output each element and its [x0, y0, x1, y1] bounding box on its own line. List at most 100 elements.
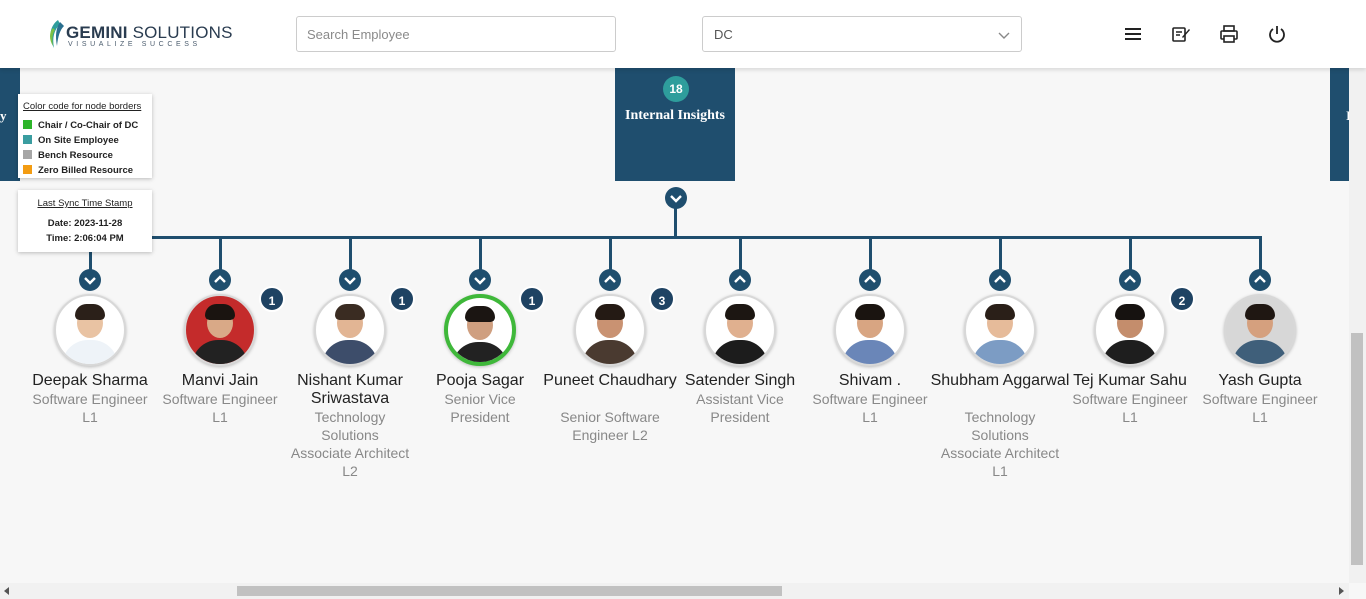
connector-child: [479, 237, 482, 271]
employee-role: L2: [342, 463, 358, 479]
department-title: Internal Insights: [625, 108, 725, 123]
menu-icon[interactable]: [1122, 23, 1144, 45]
department-select[interactable]: DC: [702, 16, 1022, 52]
chevron-up-icon: [214, 275, 226, 283]
direct-reports-badge: 1: [389, 286, 415, 312]
connector-horizontal: [89, 236, 1262, 239]
employee-role: L1: [82, 409, 98, 425]
employee-role: L1: [862, 409, 878, 425]
employee-role: Technology: [964, 409, 1036, 425]
legend-swatch: [23, 150, 32, 159]
app-header: GEMINI SOLUTIONS VISUALIZE SUCCESS DC: [0, 0, 1366, 68]
employee-role: Associate Architect: [290, 445, 410, 461]
chevron-down-icon: [344, 277, 356, 285]
connector-child: [349, 237, 352, 271]
employee-avatar[interactable]: [444, 294, 516, 366]
department-node[interactable]: 18 Internal Insights: [615, 68, 735, 181]
direct-reports-badge: 1: [259, 286, 285, 312]
org-node-partial-right[interactable]: I: [1330, 68, 1351, 181]
employee-role: Software Engineer: [162, 391, 278, 407]
connector-child: [1259, 237, 1262, 271]
employee-avatar[interactable]: [834, 294, 906, 366]
employee-avatar[interactable]: [184, 294, 256, 366]
chevron-up-icon: [604, 275, 616, 283]
power-icon[interactable]: [1266, 23, 1288, 45]
search-employee-input[interactable]: [296, 16, 616, 52]
collapse-node-toggle[interactable]: [339, 269, 361, 291]
employee-name: Puneet Chaudhary: [543, 372, 677, 389]
connector-vertical: [674, 205, 677, 238]
print-icon[interactable]: [1218, 23, 1240, 45]
vertical-scrollbar-thumb[interactable]: [1351, 333, 1363, 565]
logo-tagline: VISUALIZE SUCCESS: [68, 41, 201, 48]
vertical-scrollbar[interactable]: [1349, 68, 1366, 583]
employee-avatar[interactable]: [964, 294, 1036, 366]
scroll-right-icon[interactable]: [1337, 587, 1345, 595]
expand-node-toggle[interactable]: [1119, 269, 1141, 291]
legend-item-bench: Bench Resource: [23, 150, 113, 162]
employee-role: President: [710, 409, 770, 425]
direct-reports-badge: 1: [519, 286, 545, 312]
employee-role: Associate Architect: [940, 445, 1060, 461]
employee-avatar[interactable]: [704, 294, 776, 366]
employee-role: Software Engineer: [32, 391, 148, 407]
employee-name: Manvi Jain: [181, 372, 259, 389]
employee-avatar[interactable]: [574, 294, 646, 366]
direct-reports-badge: 2: [1169, 286, 1195, 312]
horizontal-scrollbar-thumb[interactable]: [237, 586, 782, 596]
scroll-left-icon[interactable]: [3, 587, 11, 595]
collapse-node-toggle[interactable]: [79, 269, 101, 291]
chevron-up-icon: [1124, 275, 1136, 283]
employee-avatar[interactable]: [54, 294, 126, 366]
legend-item-onsite: On Site Employee: [23, 135, 119, 147]
border-color-legend: Color code for node borders Chair / Co-C…: [18, 94, 152, 178]
company-logo[interactable]: GEMINI SOLUTIONS VISUALIZE SUCCESS: [46, 16, 232, 52]
chevron-up-icon: [864, 275, 876, 283]
employee-name: Deepak Sharma: [32, 372, 148, 389]
legend-item-zero-billed: Zero Billed Resource: [23, 165, 133, 177]
employee-role: Engineer L2: [572, 427, 648, 443]
employee-role: L1: [1252, 409, 1268, 425]
employee-role: Software Engineer: [1202, 391, 1318, 407]
connector-child: [999, 237, 1002, 271]
employee-name: Satender Singh: [684, 372, 796, 389]
chevron-up-icon: [994, 275, 1006, 283]
employee-name: Nishant Kumar Sriwastava: [297, 372, 403, 407]
employee-role: Solutions: [321, 427, 379, 443]
employee-avatar[interactable]: [1094, 294, 1166, 366]
org-node-partial-left[interactable]: y: [0, 68, 20, 181]
sync-date: Date: 2023-11-28: [47, 218, 123, 229]
chevron-up-icon: [734, 275, 746, 283]
employee-avatar[interactable]: [314, 294, 386, 366]
connector-child: [869, 237, 872, 271]
sync-title: Last Sync Time Stamp: [37, 198, 133, 209]
horizontal-scrollbar[interactable]: [0, 583, 1349, 599]
connector-child: [89, 250, 92, 271]
employee-role: President: [450, 409, 510, 425]
expand-node-toggle[interactable]: [989, 269, 1011, 291]
logo-wordmark: GEMINI SOLUTIONS: [66, 23, 233, 42]
employee-role: L1: [212, 409, 228, 425]
legend-swatch: [23, 135, 32, 144]
employee-name: Tej Kumar Sahu: [1073, 372, 1187, 389]
expand-node-toggle[interactable]: [599, 269, 621, 291]
expand-node-toggle[interactable]: [729, 269, 751, 291]
employee-role: Senior Software: [560, 409, 660, 425]
sync-time: Time: 2:06:04 PM: [46, 233, 124, 244]
last-sync-panel: Last Sync Time Stamp Date: 2023-11-28 Ti…: [18, 190, 152, 252]
employee-role: Technology: [314, 409, 386, 425]
chevron-up-icon: [1254, 275, 1266, 283]
expand-node-toggle[interactable]: [209, 269, 231, 291]
employee-name: Pooja Sagar: [435, 372, 525, 389]
logo-leaf-icon: [50, 20, 64, 48]
expand-node-toggle[interactable]: [859, 269, 881, 291]
employee-role: L1: [1122, 409, 1138, 425]
chevron-down-icon: [84, 277, 96, 285]
collapse-node-toggle[interactable]: [469, 269, 491, 291]
employee-avatar[interactable]: [1224, 294, 1296, 366]
expand-node-toggle[interactable]: [1249, 269, 1271, 291]
employee-role: Solutions: [971, 427, 1029, 443]
chevron-down-icon: [474, 277, 486, 285]
edit-note-icon[interactable]: [1170, 23, 1192, 45]
department-count-badge: 18: [663, 76, 689, 102]
